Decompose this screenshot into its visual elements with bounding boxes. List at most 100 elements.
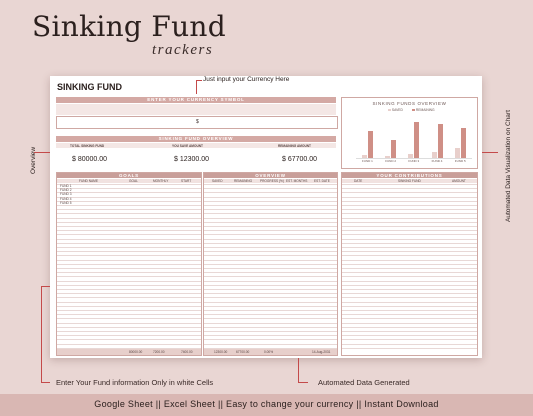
callout-fund-line-v	[41, 286, 42, 382]
ov-col-remaining: REMAINING	[234, 179, 253, 183]
table-row	[57, 301, 201, 303]
table-row	[57, 297, 201, 299]
table-row	[204, 297, 337, 299]
goals-panel: GOALS FUND NAME GOAL MONTHLY START FUND …	[56, 172, 202, 356]
table-row	[57, 259, 201, 261]
callout-currency: Just input your Currency Here	[203, 76, 290, 83]
table-row	[57, 293, 201, 295]
goals-band: GOALS	[57, 173, 201, 178]
table-row	[57, 209, 201, 211]
table-row	[342, 284, 477, 286]
overview-band: SINKING FUND OVERVIEW	[56, 136, 336, 142]
table-row	[342, 238, 477, 240]
table-row	[342, 251, 477, 253]
table-row	[204, 221, 337, 223]
currency-instructions	[56, 104, 336, 115]
table-row	[57, 284, 201, 286]
chart-category-label: FUND 4	[431, 159, 443, 163]
table-row	[204, 242, 337, 244]
currency-symbol: $	[196, 119, 199, 125]
table-row	[57, 331, 201, 332]
table-row	[342, 314, 477, 316]
table-row	[204, 188, 337, 190]
table-row	[57, 205, 201, 206]
table-row	[57, 310, 201, 311]
legend-remaining-label: REMAINING	[415, 108, 435, 112]
goals-total-start: 7400.00	[181, 350, 193, 354]
legend-remaining: REMAINING	[412, 108, 435, 112]
callout-automated-line-h	[298, 382, 308, 383]
table-row	[342, 343, 477, 345]
fund-name-cell[interactable]: FUND 5	[60, 201, 72, 205]
table-row	[342, 263, 477, 265]
chart-bar-saved	[454, 148, 460, 158]
table-row	[204, 209, 337, 211]
currency-band: ENTER YOUR CURRENCY SYMBOL	[56, 97, 336, 103]
ov-col-months: EST. MONTHS	[286, 179, 308, 183]
table-row	[57, 339, 201, 341]
table-row	[57, 314, 201, 316]
chart-bar-saved	[408, 154, 414, 158]
table-row	[57, 322, 201, 324]
table-row	[204, 318, 337, 320]
ov-col-date: EST. DATE	[314, 179, 330, 183]
goals-col-start: START	[181, 179, 192, 183]
table-row	[204, 310, 337, 311]
table-row	[57, 343, 201, 345]
table-row	[342, 272, 477, 274]
goals-col-goal: GOAL	[129, 179, 138, 183]
table-row	[57, 247, 201, 248]
table-row	[57, 238, 201, 240]
overview-remaining-value: $ 67700.00	[282, 156, 318, 163]
table-row	[57, 335, 201, 337]
table-row	[342, 192, 477, 194]
callout-chart-line	[482, 152, 498, 153]
callout-fund-info: Enter Your Fund information Only in whit…	[56, 378, 214, 387]
table-row	[204, 331, 337, 332]
table-row	[204, 196, 337, 198]
chart-title: SINKING FUNDS OVERVIEW	[372, 101, 447, 106]
table-row	[57, 326, 201, 328]
table-row	[57, 196, 201, 198]
table-row	[204, 192, 337, 194]
table-row	[342, 335, 477, 337]
chart-category-label: FUND 5	[454, 159, 466, 163]
chart-bar-remaining	[391, 140, 397, 158]
contrib-band: YOUR CONTRIBUTIONS	[342, 173, 477, 178]
table-row	[342, 188, 477, 190]
table-row	[342, 301, 477, 303]
table-row	[57, 251, 201, 253]
sheet-title: SINKING FUND	[57, 82, 122, 92]
table-row	[204, 280, 337, 282]
table-row	[57, 255, 201, 257]
goals-total-monthly: 7200.00	[153, 350, 165, 354]
table-row	[204, 322, 337, 324]
table-row	[342, 276, 477, 278]
table-row	[57, 268, 201, 269]
table-row	[57, 305, 201, 307]
table-row	[204, 247, 337, 248]
currency-input[interactable]: $	[56, 116, 338, 129]
table-row	[57, 263, 201, 265]
table-row	[342, 326, 477, 328]
chart-bar-remaining	[460, 127, 466, 158]
table-row	[204, 184, 337, 185]
table-row	[342, 226, 477, 227]
table-row	[342, 259, 477, 261]
table-row	[342, 200, 477, 202]
table-row	[204, 213, 337, 215]
table-row	[342, 293, 477, 295]
table-row	[57, 234, 201, 236]
table-row	[342, 242, 477, 244]
table-row	[204, 205, 337, 206]
table-row	[204, 276, 337, 278]
table-row	[204, 284, 337, 286]
table-row	[342, 297, 477, 299]
chart-bar-saved	[431, 152, 437, 158]
table-row	[57, 318, 201, 320]
ov-total-date: 14-Aug-2031	[312, 350, 331, 354]
overview-total-value: $ 80000.00	[72, 156, 108, 163]
legend-saved-label: SAVED	[391, 108, 403, 112]
table-row	[204, 314, 337, 316]
table-row	[204, 251, 337, 253]
